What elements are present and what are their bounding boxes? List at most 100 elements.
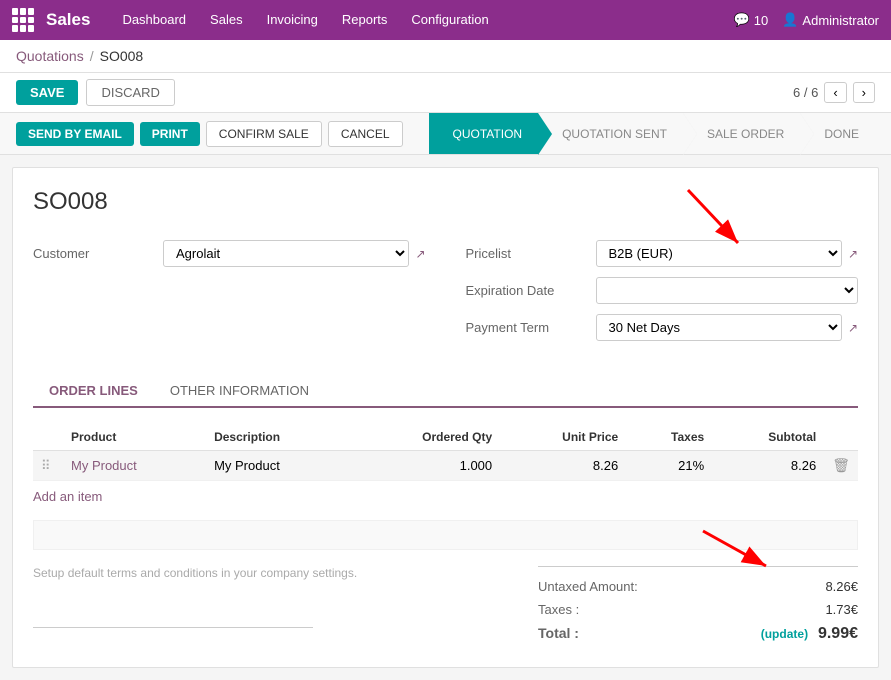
cancel-button[interactable]: CANCEL: [328, 121, 403, 147]
terms-placeholder: Setup default terms and conditions in yo…: [33, 566, 538, 580]
table-row: ⠿ My Product My Product 1.000 8.26 21% 8…: [33, 451, 858, 481]
untaxed-value: 8.26€: [825, 579, 858, 594]
totals-section: Untaxed Amount: 8.26€ Taxes : 1.73€ Tota…: [538, 566, 858, 647]
row-product[interactable]: My Product: [63, 451, 206, 481]
status-bar: SEND BY EMAIL PRINT CONFIRM SALE CANCEL …: [0, 113, 891, 155]
taxes-row: Taxes : 1.73€: [538, 598, 858, 621]
print-button[interactable]: PRINT: [140, 122, 200, 146]
col-actions: [824, 424, 858, 451]
main-menu: Dashboard Sales Invoicing Reports Config…: [110, 0, 733, 40]
row-ordered-qty: 1.000: [350, 451, 501, 481]
total-row: Total : (update) 9.99€: [538, 621, 858, 647]
row-description: My Product: [206, 451, 350, 481]
menu-reports[interactable]: Reports: [330, 0, 400, 40]
customer-select[interactable]: Agrolait: [163, 240, 409, 267]
save-button[interactable]: SAVE: [16, 80, 78, 105]
send-by-email-button[interactable]: SEND BY EMAIL: [16, 122, 134, 146]
row-taxes: 21%: [626, 451, 712, 481]
row-handle[interactable]: ⠿: [33, 451, 63, 481]
order-lines-table: Product Description Ordered Qty Unit Pri…: [33, 424, 858, 481]
totals-table: Untaxed Amount: 8.26€ Taxes : 1.73€ Tota…: [538, 566, 858, 647]
form-right: Pricelist B2B (EUR) ↗: [466, 240, 859, 351]
total-label: Total :: [538, 625, 579, 643]
untaxed-row: Untaxed Amount: 8.26€: [538, 575, 858, 598]
pagination: 6 / 6 ‹ ›: [793, 82, 875, 103]
bottom-section: Setup default terms and conditions in yo…: [33, 566, 858, 647]
row-subtotal: 8.26: [712, 451, 824, 481]
pricelist-external-link-icon[interactable]: ↗: [848, 247, 858, 261]
tab-order-lines[interactable]: ORDER LINES: [33, 375, 154, 408]
menu-invoicing[interactable]: Invoicing: [255, 0, 330, 40]
row-delete[interactable]: 🗑: [824, 451, 858, 481]
payment-term-field: 30 Net Days ↗: [596, 314, 859, 341]
update-link[interactable]: (update): [761, 627, 808, 641]
pricelist-label: Pricelist: [466, 246, 596, 261]
top-navigation: Sales Dashboard Sales Invoicing Reports …: [0, 0, 891, 40]
total-value-area: (update) 9.99€: [761, 625, 858, 643]
customer-row: Customer Agrolait ↗: [33, 240, 426, 267]
col-product: Product: [63, 424, 206, 451]
table-header-row: Product Description Ordered Qty Unit Pri…: [33, 424, 858, 451]
payment-term-row: Payment Term 30 Net Days ↗: [466, 314, 859, 341]
customer-external-link-icon[interactable]: ↗: [415, 247, 425, 261]
tab-other-info[interactable]: OTHER INFORMATION: [154, 375, 325, 406]
col-subtotal: Subtotal: [712, 424, 824, 451]
status-actions: SEND BY EMAIL PRINT CONFIRM SALE CANCEL: [16, 113, 403, 154]
col-taxes: Taxes: [626, 424, 712, 451]
untaxed-label: Untaxed Amount:: [538, 579, 638, 594]
main-form: SO008 Customer Agrolait ↗ Pricelist: [12, 167, 879, 668]
app-title: Sales: [46, 10, 90, 30]
confirm-sale-button[interactable]: CONFIRM SALE: [206, 121, 322, 147]
expiration-date-field: [596, 277, 859, 304]
workflow-stages: QUOTATION QUOTATION SENT SALE ORDER DONE: [429, 113, 875, 154]
pricelist-row: Pricelist B2B (EUR) ↗: [466, 240, 859, 267]
top-right-area: 💬 10 👤 Administrator: [734, 12, 879, 28]
expiration-date-select[interactable]: [596, 277, 859, 304]
discard-button[interactable]: DISCARD: [86, 79, 175, 106]
customer-label: Customer: [33, 246, 163, 261]
payment-term-label: Payment Term: [466, 320, 596, 335]
terms-section: Setup default terms and conditions in yo…: [33, 566, 538, 647]
pagination-prev[interactable]: ‹: [824, 82, 846, 103]
form-left: Customer Agrolait ↗: [33, 240, 426, 351]
col-handle: [33, 424, 63, 451]
terms-textarea[interactable]: [33, 588, 313, 628]
stage-quotation[interactable]: QUOTATION: [429, 113, 539, 154]
menu-configuration[interactable]: Configuration: [399, 0, 500, 40]
stage-quotation-sent[interactable]: QUOTATION SENT: [538, 113, 683, 154]
chat-notifications[interactable]: 💬 10: [734, 12, 769, 28]
expiration-date-row: Expiration Date: [466, 277, 859, 304]
customer-field: Agrolait ↗: [163, 240, 426, 267]
breadcrumb-parent[interactable]: Quotations: [16, 48, 84, 64]
taxes-value: 1.73€: [825, 602, 858, 617]
payment-term-external-link-icon[interactable]: ↗: [848, 321, 858, 335]
stage-sale-order[interactable]: SALE ORDER: [683, 113, 800, 154]
col-description: Description: [206, 424, 350, 451]
chat-count: 10: [754, 13, 768, 28]
pricelist-select[interactable]: B2B (EUR): [596, 240, 842, 267]
chat-icon: 💬: [734, 12, 750, 28]
pagination-next[interactable]: ›: [853, 82, 875, 103]
breadcrumb-current: SO008: [100, 48, 144, 64]
col-unit-price: Unit Price: [500, 424, 626, 451]
add-item-link[interactable]: Add an item: [33, 481, 102, 512]
total-value: 9.99€: [818, 625, 858, 642]
user-name: Administrator: [802, 13, 879, 28]
expiration-date-label: Expiration Date: [466, 283, 596, 298]
tabs: ORDER LINES OTHER INFORMATION: [33, 375, 858, 408]
taxes-label: Taxes :: [538, 602, 579, 617]
row-unit-price: 8.26: [500, 451, 626, 481]
delete-row-button[interactable]: 🗑: [832, 457, 850, 474]
payment-term-select[interactable]: 30 Net Days: [596, 314, 842, 341]
apps-menu-icon[interactable]: [12, 8, 36, 32]
menu-sales[interactable]: Sales: [198, 0, 255, 40]
breadcrumb: Quotations / SO008: [0, 40, 891, 73]
col-ordered-qty: Ordered Qty: [350, 424, 501, 451]
action-bar: SAVE DISCARD 6 / 6 ‹ ›: [0, 73, 891, 113]
record-title: SO008: [33, 188, 858, 216]
user-menu[interactable]: 👤 Administrator: [782, 12, 879, 28]
menu-dashboard[interactable]: Dashboard: [110, 0, 198, 40]
pagination-text: 6 / 6: [793, 85, 818, 100]
user-icon: 👤: [782, 12, 798, 28]
pricelist-field: B2B (EUR) ↗: [596, 240, 859, 267]
